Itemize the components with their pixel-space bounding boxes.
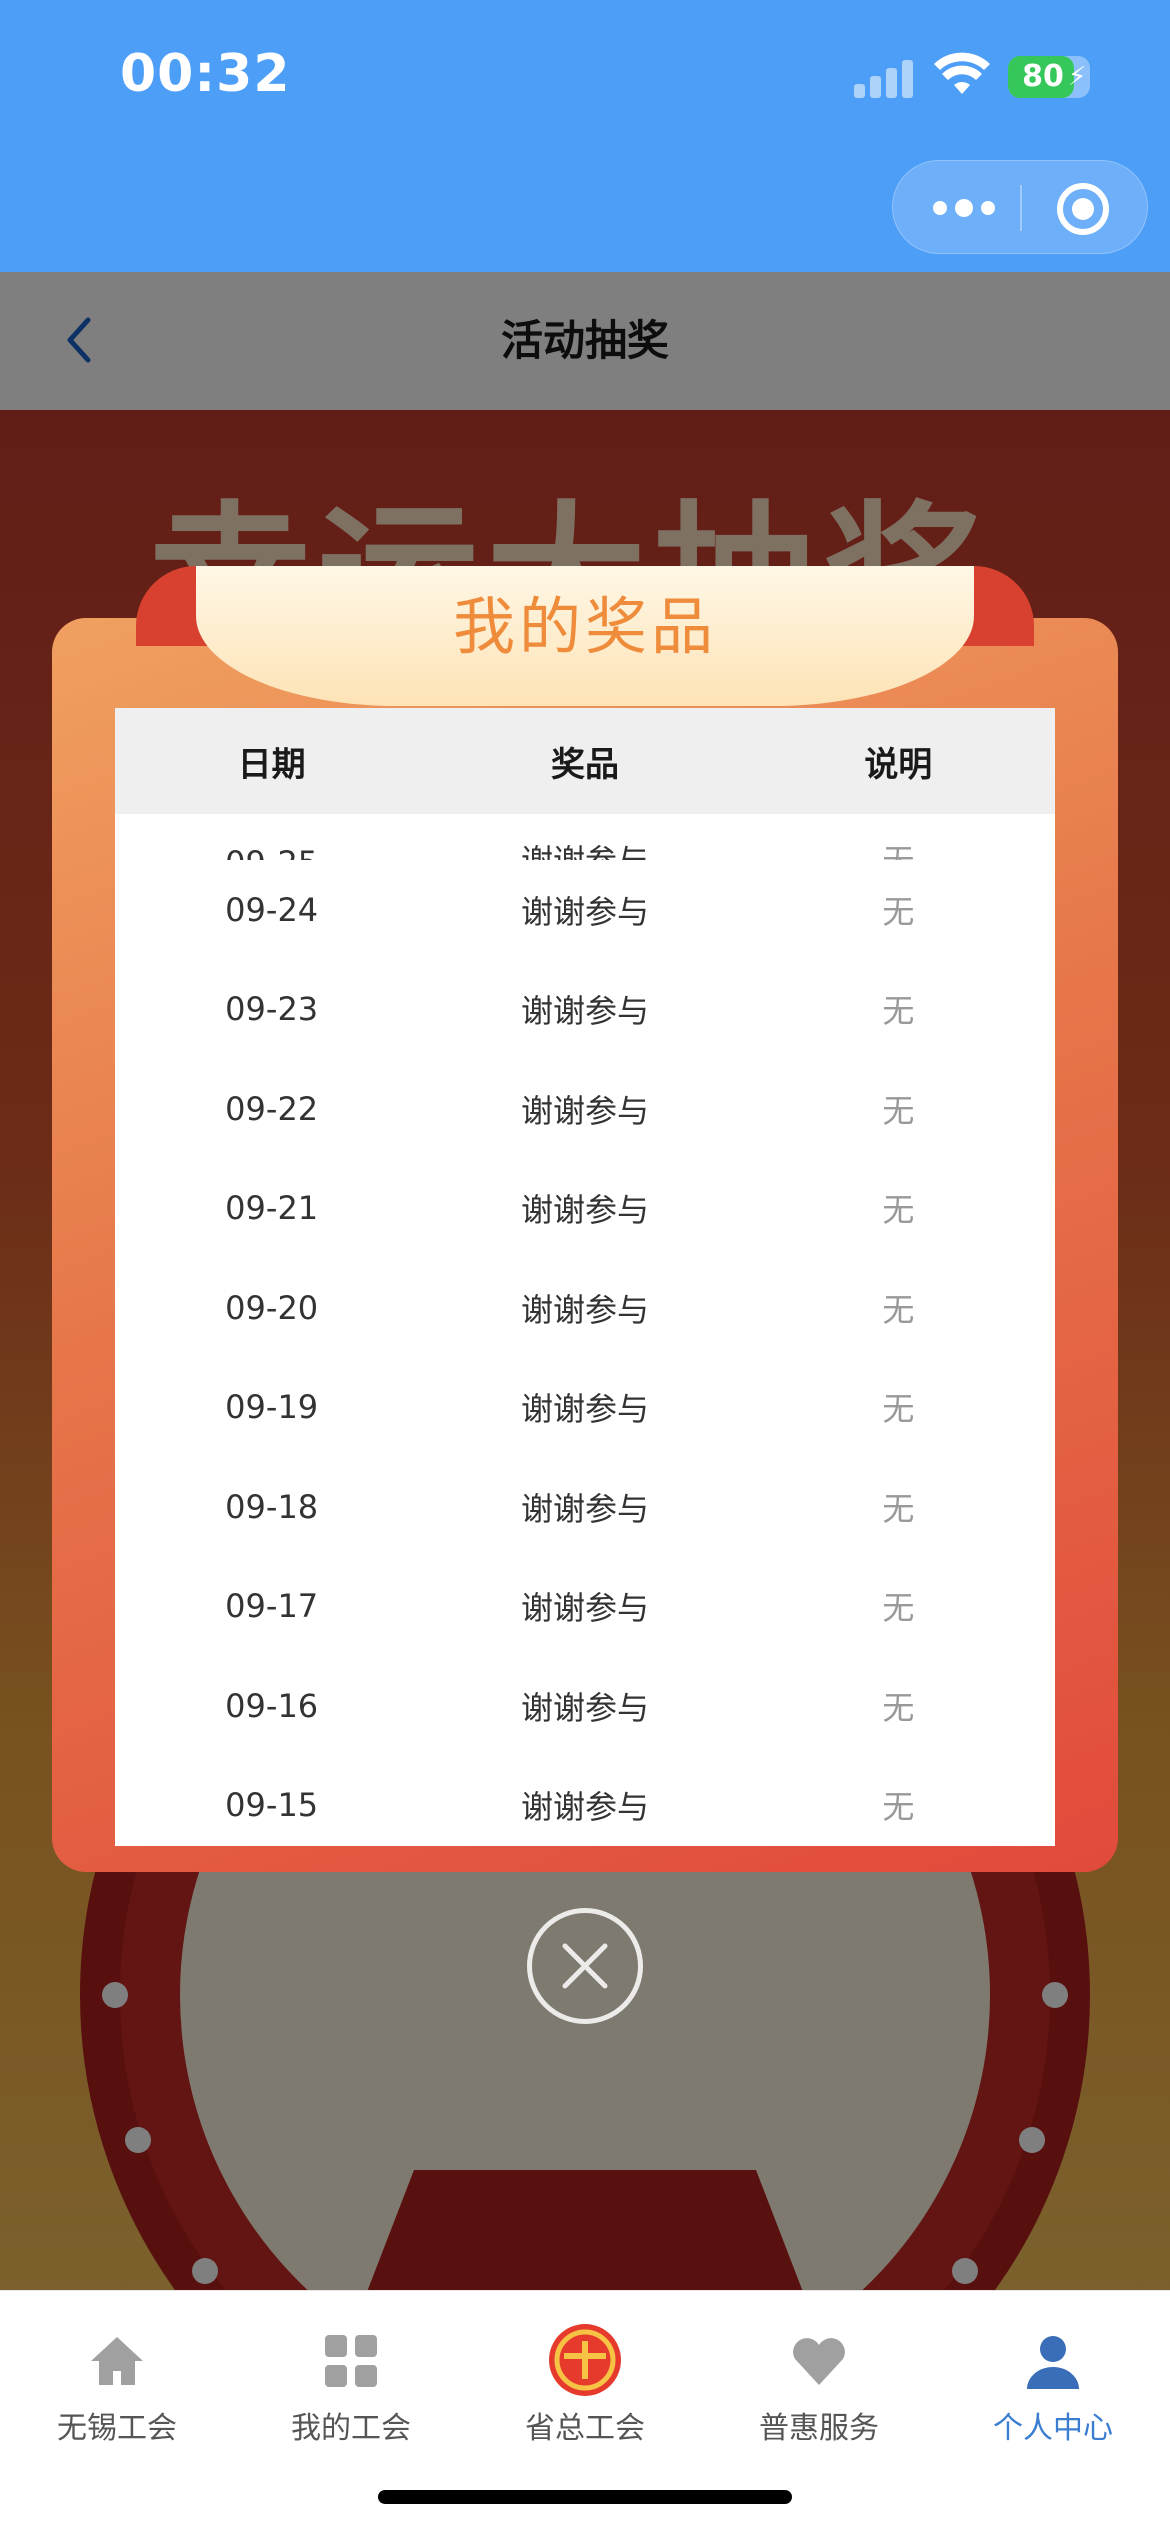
heart-icon: [789, 2331, 849, 2391]
close-modal-button[interactable]: [527, 1908, 643, 2024]
cell-prize: 谢谢参与: [520, 1091, 649, 1130]
header-prize: 奖品: [550, 744, 619, 785]
cell-note: 无: [882, 1688, 915, 1727]
cell-note: 无: [882, 1589, 915, 1628]
cell-note: 无: [882, 992, 915, 1031]
cell-date: 09-23: [225, 990, 319, 1029]
cellular-signal-icon: [854, 58, 914, 98]
tab-benefit-services[interactable]: 普惠服务: [702, 2311, 936, 2461]
tab-wuxi-union[interactable]: 无锡工会: [0, 2311, 234, 2461]
table-row: 09-21 谢谢参与 无: [115, 1159, 1055, 1259]
cell-prize: 谢谢参与: [520, 992, 649, 1031]
prize-table[interactable]: 日期 奖品 说明 09-25 谢谢参与 无 09-24 谢谢参与 无 09-23…: [115, 708, 1055, 1846]
status-time: 00:32: [120, 44, 291, 104]
grid-icon: [321, 2331, 381, 2391]
close-circle-icon: [562, 1943, 608, 1989]
cell-note: 无: [742, 836, 1055, 860]
cell-note: 无: [882, 1788, 915, 1827]
cell-prize: 谢谢参与: [520, 1191, 649, 1230]
tab-label: 省总工会: [525, 2411, 645, 2446]
person-icon: [1023, 2331, 1083, 2391]
status-bar: 00:32 80 ⚡: [0, 0, 1170, 272]
cell-date: 09-17: [225, 1587, 319, 1626]
table-row: 09-19 谢谢参与 无: [115, 1358, 1055, 1458]
header-date: 日期: [237, 744, 306, 785]
table-row-partial: 09-25 谢谢参与 无: [115, 814, 1055, 860]
charging-bolt-icon: ⚡: [1068, 62, 1087, 92]
cell-note: 无: [882, 1390, 915, 1429]
tab-label: 普惠服务: [759, 2411, 879, 2446]
tab-provincial-union[interactable]: 省总工会: [468, 2311, 702, 2461]
cell-date: 09-21: [225, 1189, 319, 1228]
cell-date: 09-16: [225, 1686, 319, 1725]
table-row: 09-17 谢谢参与 无: [115, 1557, 1055, 1657]
mini-program-capsule: [892, 160, 1148, 254]
cell-date: 09-25: [115, 844, 428, 860]
table-row: 09-18 谢谢参与 无: [115, 1457, 1055, 1557]
cell-date: 09-22: [225, 1089, 319, 1128]
cell-note: 无: [882, 1191, 915, 1230]
target-circle-icon[interactable]: [1057, 183, 1109, 235]
table-row: 09-20 谢谢参与 无: [115, 1258, 1055, 1358]
modal-title: 我的奖品: [452, 590, 717, 663]
cell-note: 无: [882, 1091, 915, 1130]
cell-note: 无: [882, 1290, 915, 1329]
tab-my-union[interactable]: 我的工会: [234, 2311, 468, 2461]
tab-personal-center[interactable]: 个人中心: [936, 2311, 1170, 2461]
cell-prize: 谢谢参与: [520, 1788, 649, 1827]
cell-prize: 谢谢参与: [428, 836, 741, 860]
cell-prize: 谢谢参与: [520, 1688, 649, 1727]
cell-prize: 谢谢参与: [520, 892, 649, 931]
more-dots-icon[interactable]: [927, 187, 1007, 227]
home-indicator: [378, 2490, 792, 2504]
union-emblem-icon: [548, 2323, 622, 2397]
table-row: 09-23 谢谢参与 无: [115, 960, 1055, 1060]
cell-note: 无: [882, 1489, 915, 1528]
cell-date: 09-20: [225, 1288, 319, 1327]
table-body[interactable]: 09-25 谢谢参与 无 09-24 谢谢参与 无 09-23 谢谢参与 无 0…: [115, 814, 1055, 1846]
cell-note: 无: [882, 892, 915, 931]
table-row: 09-24 谢谢参与 无: [115, 860, 1055, 960]
cell-prize: 谢谢参与: [520, 1390, 649, 1429]
cell-date: 09-15: [225, 1786, 319, 1825]
header-note: 说明: [864, 744, 933, 785]
battery-indicator: 80 ⚡: [1008, 56, 1090, 98]
tab-label: 个人中心: [993, 2411, 1113, 2446]
tab-label: 我的工会: [291, 2411, 411, 2446]
table-header: 日期 奖品 说明: [115, 708, 1055, 814]
table-row: 09-16 谢谢参与 无: [115, 1656, 1055, 1756]
cell-date: 09-18: [225, 1487, 319, 1526]
table-row: 09-22 谢谢参与 无: [115, 1059, 1055, 1159]
cell-prize: 谢谢参与: [520, 1589, 649, 1628]
cell-prize: 谢谢参与: [520, 1489, 649, 1528]
cell-prize: 谢谢参与: [520, 1290, 649, 1329]
capsule-divider: [1020, 185, 1022, 231]
wifi-icon: [934, 52, 990, 100]
table-row: 09-15 谢谢参与 无: [115, 1756, 1055, 1847]
home-icon: [87, 2331, 147, 2391]
cell-date: 09-24: [225, 890, 319, 929]
tab-label: 无锡工会: [57, 2411, 177, 2446]
cell-date: 09-19: [225, 1388, 319, 1427]
